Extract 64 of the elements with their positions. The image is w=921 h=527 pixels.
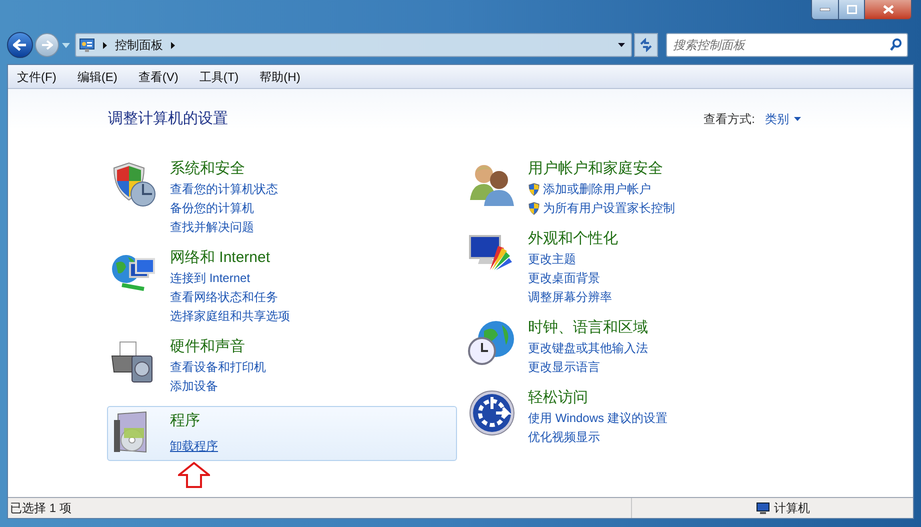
- task-link[interactable]: 选择家庭组和共享选项: [170, 306, 290, 326]
- category-title[interactable]: 轻松访问: [528, 388, 668, 408]
- forward-arrow-icon: [41, 40, 53, 50]
- maximize-button[interactable]: [839, 0, 865, 19]
- accessibility-icon[interactable]: [468, 388, 516, 436]
- forward-button[interactable]: [35, 33, 59, 57]
- task-link[interactable]: 添加设备: [170, 376, 218, 396]
- category-title[interactable]: 程序: [170, 410, 218, 430]
- category-title[interactable]: 时钟、语言和区域: [528, 318, 648, 338]
- search-icon: [890, 38, 902, 51]
- menu-item[interactable]: 编辑(E): [73, 68, 122, 86]
- uac-shield-icon: [528, 182, 540, 196]
- category-title[interactable]: 用户帐户和家庭安全: [528, 158, 675, 178]
- task-link[interactable]: 更改主题: [528, 250, 576, 268]
- status-location: 计算机: [774, 500, 810, 517]
- computer-icon: [756, 502, 770, 514]
- refresh-button[interactable]: [634, 33, 658, 57]
- menu-item[interactable]: 帮助(H): [256, 68, 304, 86]
- task-link[interactable]: 为所有用户设置家长控制: [543, 198, 675, 218]
- menu-item[interactable]: 查看(V): [134, 68, 182, 86]
- task-link[interactable]: 查看设备和打印机: [170, 358, 266, 376]
- close-icon: [882, 5, 894, 14]
- view-by-label: 查看方式:: [704, 111, 755, 128]
- up-arrow-icon: [178, 462, 210, 488]
- uac-shield-icon: [528, 202, 540, 214]
- task-link[interactable]: 查找并解决问题: [170, 218, 254, 236]
- breadcrumb-item[interactable]: 控制面板: [115, 36, 163, 54]
- category-title[interactable]: 系统和安全: [170, 158, 278, 178]
- control-panel-icon: [79, 37, 95, 53]
- globe-clock-icon[interactable]: [468, 318, 516, 366]
- task-link[interactable]: 连接到 Internet: [170, 268, 250, 288]
- back-button[interactable]: [7, 32, 33, 58]
- maximize-icon: [846, 5, 856, 14]
- task-link[interactable]: 优化视频显示: [528, 428, 600, 446]
- address-bar[interactable]: 控制面板: [75, 33, 632, 57]
- category-title[interactable]: 网络和 Internet: [170, 248, 290, 268]
- caret-icon: [62, 42, 70, 48]
- task-link[interactable]: 卸载程序: [170, 436, 218, 456]
- page-heading: 调整计算机的设置: [108, 109, 228, 129]
- back-arrow-icon: [13, 39, 27, 51]
- refresh-arrows-icon: [639, 38, 653, 52]
- task-link[interactable]: 调整屏幕分辨率: [528, 288, 612, 306]
- task-link[interactable]: 更改显示语言: [528, 358, 600, 376]
- menu-item[interactable]: 文件(F): [13, 68, 60, 86]
- category-title[interactable]: 外观和个性化: [528, 228, 618, 248]
- search-field[interactable]: 搜索控制面板: [666, 33, 908, 57]
- menu-item[interactable]: 工具(T): [195, 68, 243, 86]
- breadcrumb-arrow-icon: [171, 42, 175, 48]
- view-by-dropdown[interactable]: 类别: [765, 110, 801, 128]
- close-button[interactable]: [865, 0, 911, 19]
- caret-icon: [794, 117, 801, 122]
- caret-icon: [618, 43, 624, 47]
- status-text: 已选择 1 项: [9, 500, 72, 517]
- task-link[interactable]: 查看网络状态和任务: [170, 288, 278, 306]
- task-link[interactable]: 更改键盘或其他输入法: [528, 338, 648, 358]
- task-link[interactable]: 添加或删除用户帐户: [543, 180, 651, 198]
- task-link[interactable]: 查看您的计算机状态: [170, 180, 278, 198]
- task-link[interactable]: 备份您的计算机: [170, 198, 254, 218]
- task-link[interactable]: 使用 Windows 建议的设置: [528, 408, 668, 428]
- minimize-icon: [820, 8, 830, 11]
- category-title[interactable]: 硬件和声音: [170, 336, 266, 356]
- breadcrumb-arrow-icon: [103, 42, 107, 48]
- minimize-button[interactable]: [812, 0, 839, 19]
- task-link[interactable]: 更改桌面背景: [528, 268, 600, 288]
